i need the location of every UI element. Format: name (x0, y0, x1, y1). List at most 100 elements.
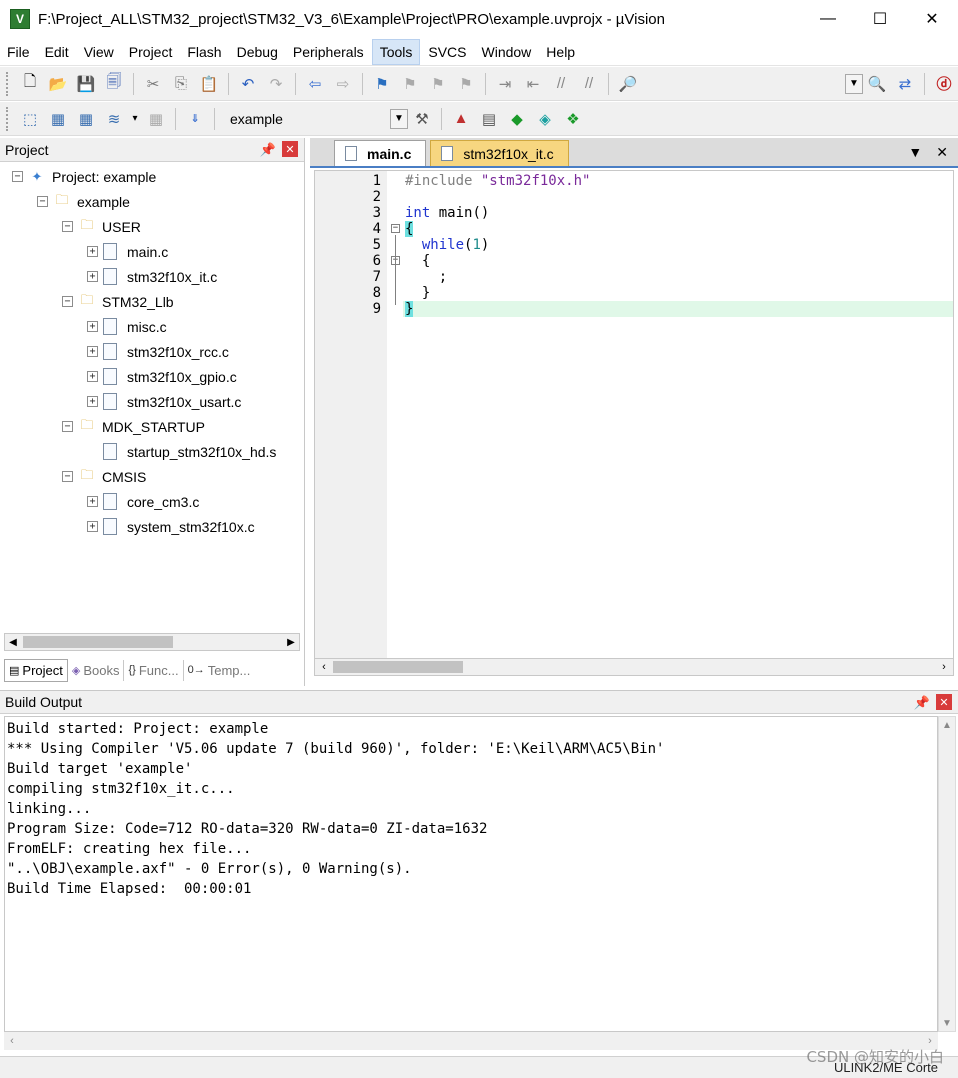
minimize-button[interactable]: — (802, 0, 854, 38)
incremental-find-icon[interactable]: ⇄ (893, 72, 917, 96)
bookmark-clear-icon[interactable]: ⚑ (454, 72, 478, 96)
scroll-right-icon[interactable]: › (935, 659, 953, 675)
tab-books[interactable]: ◈ Books (68, 659, 125, 681)
tree-group[interactable]: − 🗀 STM32_Llb (62, 289, 174, 314)
tree-group[interactable]: − 🗀 CMSIS (62, 464, 146, 489)
scroll-right-icon[interactable]: ▶ (283, 634, 299, 650)
tree-group[interactable]: − 🗀 USER (62, 214, 141, 239)
batch-build-icon[interactable]: ≋ (102, 107, 126, 131)
expand-icon[interactable]: + (87, 396, 98, 407)
save-all-icon[interactable]: 🗐 (102, 72, 126, 96)
expand-icon[interactable]: + (87, 271, 98, 282)
scroll-up-icon[interactable]: ▲ (939, 717, 955, 733)
tab-project[interactable]: ▤ Project (4, 658, 68, 682)
fold-toggle-icon[interactable]: − (391, 224, 400, 233)
nav-forward-icon[interactable]: ⇨ (331, 72, 355, 96)
target-options-icon[interactable]: ⚒ (410, 107, 434, 131)
chevron-down-icon[interactable]: ▼ (390, 108, 408, 129)
close-window-button[interactable]: ✕ (906, 0, 958, 38)
close-tab-icon[interactable]: ✕ (936, 144, 948, 161)
scroll-thumb[interactable] (333, 661, 463, 673)
tree-target[interactable]: − 🗀 example (37, 189, 130, 214)
tree-file[interactable]: + stm32f10x_it.c (87, 264, 217, 289)
code-area[interactable]: 1 #include "stm32f10x.h" 2 3 int main() … (314, 170, 954, 660)
tab-list-dropdown-icon[interactable]: ▼ (908, 144, 922, 161)
menu-help[interactable]: Help (539, 40, 582, 64)
download-load-icon[interactable]: ⇓ (183, 107, 207, 131)
find-icon[interactable]: 🔍 (865, 72, 889, 96)
tab-templates[interactable]: 0→ Temp... (184, 660, 255, 681)
menu-view[interactable]: View (77, 40, 121, 64)
nav-back-icon[interactable]: ⇦ (303, 72, 327, 96)
unindent-icon[interactable]: ⇤ (521, 72, 545, 96)
scroll-left-icon[interactable]: ‹ (4, 1035, 20, 1047)
cut-icon[interactable]: ✂ (141, 72, 165, 96)
menu-tools[interactable]: Tools (371, 38, 421, 65)
collapse-icon[interactable]: − (62, 421, 73, 432)
project-hscrollbar[interactable]: ◀ ▶ (4, 633, 300, 651)
expand-icon[interactable]: + (87, 371, 98, 382)
scroll-thumb[interactable] (23, 636, 173, 648)
tree-file[interactable]: + misc.c (87, 314, 167, 339)
menu-project[interactable]: Project (122, 40, 180, 64)
expand-icon[interactable]: + (87, 346, 98, 357)
tab-functions[interactable]: {} Func... (124, 659, 184, 681)
menu-edit[interactable]: Edit (38, 40, 76, 64)
menu-peripherals[interactable]: Peripherals (286, 40, 371, 64)
tree-file[interactable]: + system_stm32f10x.c (87, 514, 255, 539)
collapse-icon[interactable]: − (12, 171, 23, 182)
tree-file[interactable]: + core_cm3.c (87, 489, 199, 514)
menu-file[interactable]: File (0, 40, 37, 64)
tree-file[interactable]: + stm32f10x_rcc.c (87, 339, 229, 364)
collapse-icon[interactable]: − (62, 471, 73, 482)
tree-group[interactable]: − 🗀 MDK_STARTUP (62, 414, 205, 439)
indent-icon[interactable]: ⇥ (493, 72, 517, 96)
find-in-files-icon[interactable]: 🔎 (616, 72, 640, 96)
tab-main-c[interactable]: main.c (334, 140, 427, 166)
expand-icon[interactable]: + (87, 321, 98, 332)
tree-file[interactable]: startup_stm32f10x_hd.s (103, 439, 276, 464)
redo-icon[interactable]: ↷ (264, 72, 288, 96)
save-icon[interactable]: 💾 (74, 72, 98, 96)
pin-icon[interactable]: 📌 (260, 142, 276, 158)
stop-build-icon[interactable]: ▦ (144, 107, 168, 131)
collapse-icon[interactable]: − (62, 296, 73, 307)
manage-components-icon[interactable]: ▲ (449, 107, 473, 131)
paste-icon[interactable]: 📋 (197, 72, 221, 96)
debug-session-icon[interactable]: ⓓ (932, 72, 956, 96)
scroll-down-icon[interactable]: ▼ (939, 1015, 955, 1031)
translate-icon[interactable]: ⬚ (18, 107, 42, 131)
close-icon[interactable]: ✕ (936, 694, 952, 710)
select-software-packs-icon[interactable]: ◈ (533, 107, 557, 131)
target-select[interactable]: example ▼ (224, 107, 408, 131)
toolbar-grip[interactable] (6, 106, 10, 131)
build-output-text[interactable]: Build started: Project: example *** Usin… (4, 716, 938, 1032)
bookmark-toggle-icon[interactable]: ⚑ (370, 72, 394, 96)
build-icon[interactable]: ▦ (46, 107, 70, 131)
pin-icon[interactable]: 📌 (914, 695, 930, 711)
comment-icon[interactable]: // (549, 72, 573, 96)
scroll-left-icon[interactable]: ◀ (5, 634, 21, 650)
tree-file[interactable]: + stm32f10x_gpio.c (87, 364, 237, 389)
pack-installer-icon[interactable]: ❖ (561, 107, 585, 131)
scroll-left-icon[interactable]: ‹ (315, 659, 333, 675)
editor-hscrollbar[interactable]: ‹ › (314, 658, 954, 676)
maximize-button[interactable]: ☐ (854, 0, 906, 38)
expand-icon[interactable]: + (87, 496, 98, 507)
tree-file[interactable]: + stm32f10x_usart.c (87, 389, 241, 414)
run-time-environment-icon[interactable]: ◆ (505, 107, 529, 131)
menu-svcs[interactable]: SVCS (421, 40, 473, 64)
close-icon[interactable]: ✕ (282, 141, 298, 157)
find-combo-dropdown-icon[interactable]: ▼ (845, 73, 863, 94)
expand-icon[interactable]: + (87, 246, 98, 257)
expand-icon[interactable]: + (87, 521, 98, 532)
tree-root[interactable]: − ✦ Project: example (12, 164, 156, 189)
menu-flash[interactable]: Flash (180, 40, 228, 64)
build-vscrollbar[interactable]: ▲ ▼ (938, 716, 956, 1032)
file-extensions-icon[interactable]: ▤ (477, 107, 501, 131)
copy-icon[interactable]: ⎘ (169, 72, 193, 96)
toolbar-grip[interactable] (6, 71, 10, 96)
undo-icon[interactable]: ↶ (236, 72, 260, 96)
menu-debug[interactable]: Debug (230, 40, 285, 64)
bookmark-next-icon[interactable]: ⚑ (426, 72, 450, 96)
